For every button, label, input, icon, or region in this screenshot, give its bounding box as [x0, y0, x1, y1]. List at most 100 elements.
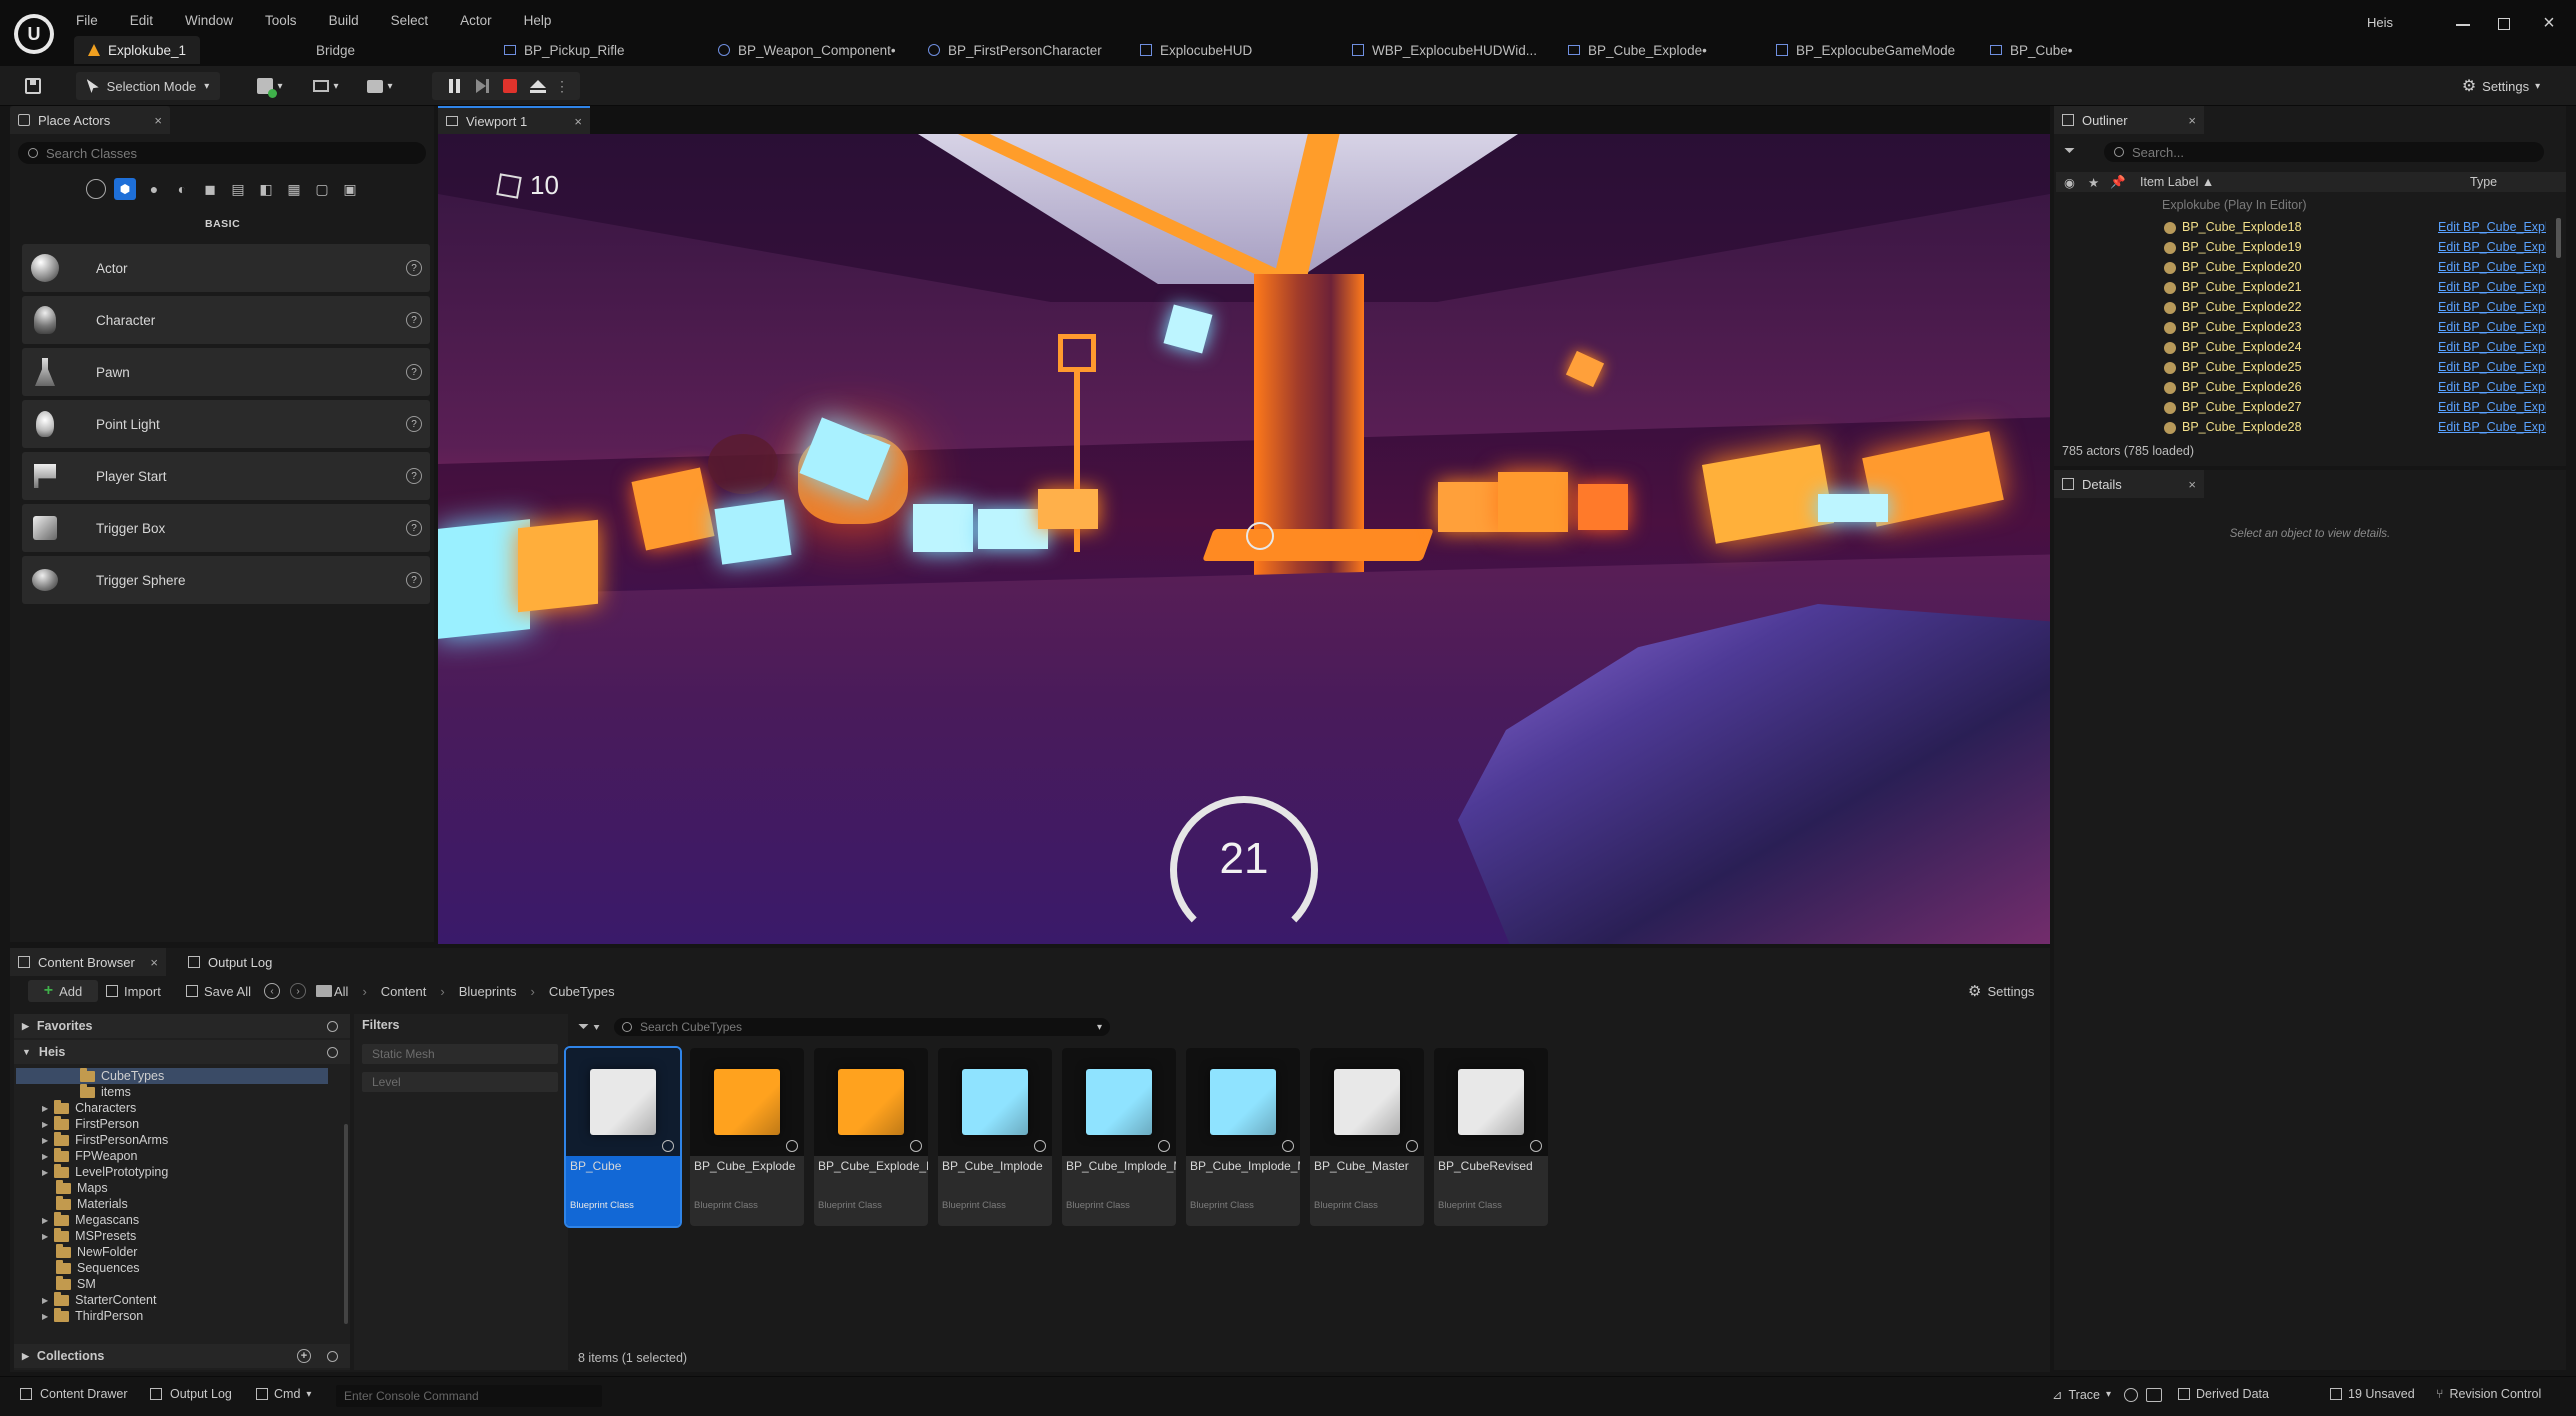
tree-folder[interactable]: ▶ ThirdPerson	[42, 1307, 143, 1323]
asset-tile[interactable]: BP_CubeRevised Blueprint Class	[1434, 1048, 1548, 1226]
close-tab-icon[interactable]: ×	[154, 113, 162, 128]
menu-select[interactable]: Select	[387, 13, 433, 28]
tab-place-actors[interactable]: Place Actors ×	[10, 106, 170, 134]
actor-item-point-light[interactable]: Point Light?	[22, 400, 430, 448]
row-type-link[interactable]: Edit BP_Cube_Explo	[2438, 380, 2546, 394]
asset-tile[interactable]: BP_Cube_Implode_More Blueprint Class	[1062, 1048, 1176, 1226]
tree-scrollbar[interactable]	[344, 1124, 348, 1324]
row-type-link[interactable]: Edit BP_Cube_Explo	[2438, 280, 2546, 294]
chevron-down-icon[interactable]: ▾	[1097, 1022, 1102, 1033]
tree-folder[interactable]: ▶ FirstPerson	[42, 1115, 139, 1131]
row-type-link[interactable]: Edit BP_Cube_Explo	[2438, 260, 2546, 274]
filter-icon[interactable]: ⏷	[2064, 142, 2092, 162]
row-type-link[interactable]: Edit BP_Cube_Explo	[2438, 220, 2546, 234]
tree-folder[interactable]: ▶ StarterContent	[42, 1291, 156, 1307]
help-icon[interactable]: ?	[406, 364, 422, 380]
tree-folder[interactable]: CubeTypes	[66, 1067, 164, 1083]
column-type[interactable]: Type	[2470, 175, 2497, 189]
close-tab-icon[interactable]: ×	[2188, 477, 2196, 492]
settings-button[interactable]: ⚙ Settings ▾	[2452, 72, 2550, 100]
filter-static-mesh[interactable]: Static Mesh	[362, 1044, 558, 1064]
outliner-scrollbar[interactable]	[2556, 218, 2561, 258]
record-icon[interactable]	[2124, 1388, 2138, 1402]
tree-folder[interactable]: items	[66, 1083, 131, 1099]
outliner-row[interactable]: BP_Cube_Explode19 Edit BP_Cube_Explo	[2054, 238, 2566, 258]
revision-control-button[interactable]: ⑂ Revision Control	[2436, 1387, 2541, 1401]
filter-icon[interactable]: ⏷ ▾	[578, 1018, 600, 1035]
tab-explocubehud[interactable]: ExplocubeHUD	[1140, 36, 1252, 64]
tree-folder[interactable]: ▶ Characters	[42, 1099, 136, 1115]
outliner-row[interactable]: BP_Cube_Explode23 Edit BP_Cube_Explo	[2054, 318, 2566, 338]
unsaved-button[interactable]: 19 Unsaved	[2330, 1387, 2415, 1401]
import-button[interactable]: Import	[106, 980, 161, 1002]
save-all-button[interactable]: Save All	[186, 980, 251, 1002]
console-command-input[interactable]: Enter Console Command	[336, 1385, 602, 1407]
derived-data-button[interactable]: Derived Data	[2178, 1387, 2269, 1401]
basic-shapes-icon[interactable]: ⬢	[114, 178, 136, 200]
pin-icon[interactable]: 📌	[2110, 175, 2126, 190]
breadcrumb-content[interactable]: Content	[381, 984, 427, 999]
tab-bp-cube-explode[interactable]: BP_Cube_Explode•	[1568, 36, 1707, 64]
tree-folder[interactable]: ▶ LevelPrototyping	[42, 1163, 168, 1179]
actor-item-actor[interactable]: Actor?	[22, 244, 430, 292]
extra-icon[interactable]: ▣	[340, 179, 360, 199]
asset-tile[interactable]: BP_Cube_Implode Blueprint Class	[938, 1048, 1052, 1226]
content-drawer-button[interactable]: Content Drawer	[20, 1387, 128, 1401]
save-icon[interactable]	[20, 72, 46, 100]
outliner-row[interactable]: BP_Cube_Explode24 Edit BP_Cube_Explo	[2054, 338, 2566, 358]
step-forward-icon[interactable]	[468, 75, 496, 97]
visibility-icon[interactable]: ◉	[2064, 175, 2080, 190]
help-icon[interactable]: ?	[406, 520, 422, 536]
menu-build[interactable]: Build	[325, 13, 363, 28]
cinematics-button[interactable]: ▾	[360, 72, 400, 100]
actor-item-pawn[interactable]: Pawn?	[22, 348, 430, 396]
asset-tile[interactable]: BP_Cube_Explode Blueprint Class	[690, 1048, 804, 1226]
outliner-row[interactable]: BP_Cube_Explode22 Edit BP_Cube_Explo	[2054, 298, 2566, 318]
menu-actor[interactable]: Actor	[456, 13, 496, 28]
minimize-icon[interactable]	[2456, 24, 2470, 26]
tree-folder[interactable]: Materials	[42, 1195, 128, 1211]
row-type-link[interactable]: Edit BP_Cube_Explo	[2438, 240, 2546, 254]
tab-details[interactable]: Details ×	[2054, 470, 2204, 498]
outliner-row[interactable]: BP_Cube_Explode25 Edit BP_Cube_Explo	[2054, 358, 2566, 378]
actor-item-character[interactable]: Character?	[22, 296, 430, 344]
tab-bp-firstpersoncharacter[interactable]: BP_FirstPersonCharacter	[928, 36, 1102, 64]
row-type-link[interactable]: Edit BP_Cube_Explo	[2438, 420, 2546, 434]
outliner-row[interactable]: BP_Cube_Explode21 Edit BP_Cube_Explo	[2054, 278, 2566, 298]
tab-outliner[interactable]: Outliner ×	[2054, 106, 2204, 134]
shapes-icon[interactable]: ◐	[172, 179, 192, 199]
unreal-engine-logo[interactable]: U	[14, 14, 54, 54]
row-type-link[interactable]: Edit BP_Cube_Explo	[2438, 400, 2546, 414]
menu-tools[interactable]: Tools	[261, 13, 301, 28]
actor-item-trigger-sphere[interactable]: Trigger Sphere?	[22, 556, 430, 604]
help-icon[interactable]: ?	[406, 260, 422, 276]
collections-section[interactable]: ▶ Collections +	[14, 1344, 350, 1368]
tab-viewport[interactable]: Viewport 1 ×	[438, 106, 590, 134]
row-type-link[interactable]: Edit BP_Cube_Explo	[2438, 360, 2546, 374]
geometry-icon[interactable]: ▢	[312, 179, 332, 199]
help-icon[interactable]: ?	[406, 416, 422, 432]
outliner-search-input[interactable]: Search...	[2104, 142, 2544, 162]
filter-level[interactable]: Level	[362, 1072, 558, 1092]
output-log-button[interactable]: Output Log	[150, 1387, 232, 1401]
asset-tile[interactable]: BP_Cube_Implode_More_More Blueprint Class	[1186, 1048, 1300, 1226]
breadcrumb-blueprints[interactable]: Blueprints	[459, 984, 517, 999]
lights-icon[interactable]: ●	[144, 179, 164, 199]
menu-help[interactable]: Help	[520, 13, 556, 28]
tree-folder[interactable]: ▶ Megascans	[42, 1211, 139, 1227]
help-icon[interactable]: ?	[406, 572, 422, 588]
search-icon[interactable]	[327, 1020, 338, 1032]
favorites-section[interactable]: ▶ Favorites	[14, 1014, 350, 1038]
row-type-link[interactable]: Edit BP_Cube_Explo	[2438, 320, 2546, 334]
camera-icon[interactable]	[2146, 1388, 2162, 1402]
selection-mode-dropdown[interactable]: Selection Mode ▾	[76, 72, 220, 100]
tab-bp-gamemode[interactable]: BP_ExplocubeGameMode	[1776, 36, 1955, 64]
add-button[interactable]: + Add	[28, 980, 98, 1002]
close-tab-icon[interactable]: ×	[2188, 113, 2196, 128]
stop-icon[interactable]	[496, 75, 524, 97]
restore-icon[interactable]	[2498, 18, 2510, 30]
tree-folder[interactable]: SM	[42, 1275, 96, 1291]
add-actor-button[interactable]: ▾	[250, 72, 290, 100]
outliner-row[interactable]: BP_Cube_Explode26 Edit BP_Cube_Explo	[2054, 378, 2566, 398]
row-type-link[interactable]: Edit BP_Cube_Explo	[2438, 300, 2546, 314]
